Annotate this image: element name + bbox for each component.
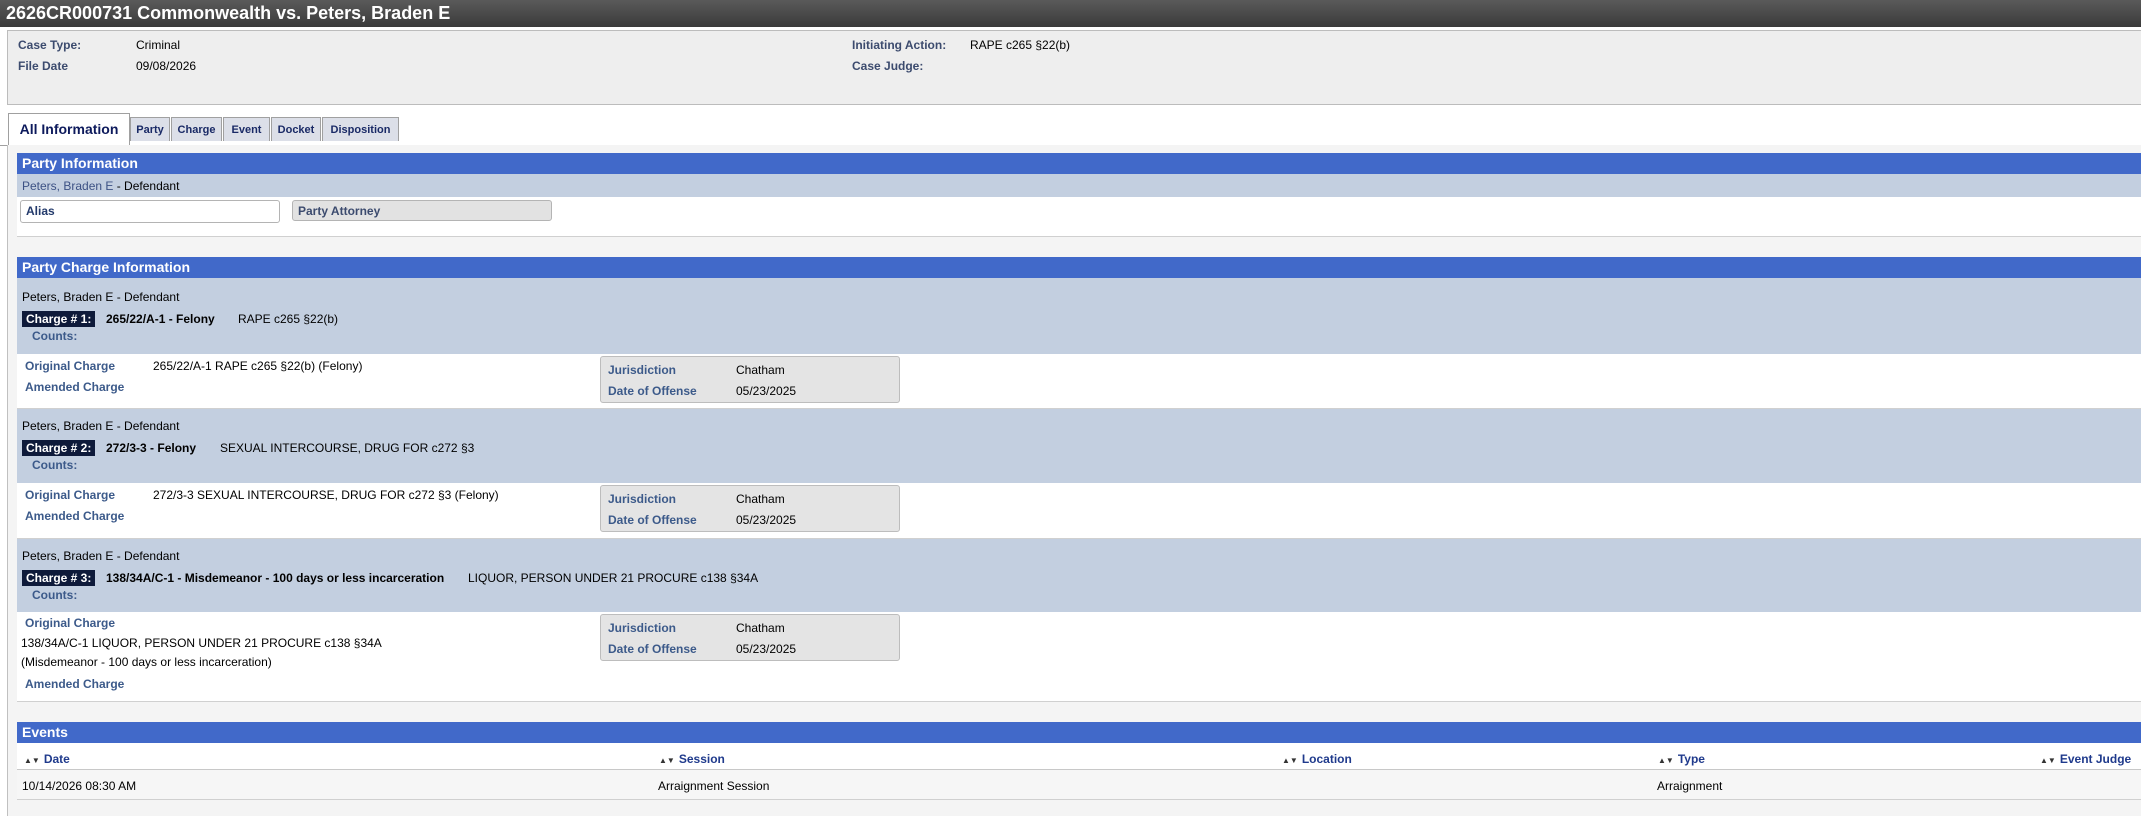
charge-1-badge: Charge # 1: bbox=[22, 311, 96, 327]
charge-3-badge: Charge # 3: bbox=[22, 570, 96, 586]
charge-1-counts-label: Counts: bbox=[32, 329, 78, 343]
charge-3-desc: LIQUOR, PERSON UNDER 21 PROCURE c138 §34… bbox=[468, 571, 759, 585]
jurisdiction-value: Chatham bbox=[736, 363, 785, 377]
tab-event[interactable]: Event bbox=[223, 117, 270, 141]
party-attorney-box[interactable]: Party Attorney bbox=[292, 200, 552, 221]
offense-date-label: Date of Offense bbox=[608, 642, 697, 656]
offense-date-value: 05/23/2025 bbox=[736, 513, 797, 527]
charge-2-original: 272/3-3 SEXUAL INTERCOURSE, DRUG FOR c27… bbox=[153, 488, 499, 502]
column-type[interactable]: ▲▼ Type bbox=[1658, 752, 1705, 766]
charge-3-amended-label: Amended Charge bbox=[25, 677, 125, 691]
charge-3-body: Original Charge 138/34A/C-1 LIQUOR, PERS… bbox=[17, 612, 2141, 702]
case-type-label: Case Type: bbox=[18, 38, 82, 52]
charge-info-header: Party Charge Information bbox=[17, 257, 2141, 278]
party-role: - Defendant bbox=[113, 179, 180, 193]
offense-date-value: 05/23/2025 bbox=[736, 384, 797, 398]
charge-1-original-label: Original Charge bbox=[25, 359, 116, 373]
charge-2-desc: SEXUAL INTERCOURSE, DRUG FOR c272 §3 bbox=[220, 441, 475, 455]
charge-3-band: Peters, Braden E - Defendant Charge # 3:… bbox=[17, 539, 2141, 612]
tab-strip: All Information Party Charge Event Docke… bbox=[0, 113, 2141, 146]
jurisdiction-label: Jurisdiction bbox=[608, 492, 677, 506]
jurisdiction-label: Jurisdiction bbox=[608, 363, 677, 377]
sort-arrows-icon: ▲▼ bbox=[24, 756, 40, 765]
alias-box[interactable]: Alias bbox=[20, 200, 280, 223]
charge-1-desc: RAPE c265 §22(b) bbox=[238, 312, 339, 326]
party-info-header: Party Information bbox=[17, 153, 2141, 174]
charge-3-original-line2: (Misdemeanor - 100 days or less incarcer… bbox=[21, 655, 272, 669]
initiating-action-label: Initiating Action: bbox=[852, 38, 947, 52]
charge-2-code[interactable]: 272/3-3 - Felony bbox=[106, 441, 196, 455]
sort-arrows-icon: ▲▼ bbox=[1282, 756, 1298, 765]
charge-1-band: Peters, Braden E - Defendant Charge # 1:… bbox=[17, 278, 2141, 354]
charge-2-body: Original Charge 272/3-3 SEXUAL INTERCOUR… bbox=[17, 483, 2141, 539]
charge-2-original-label: Original Charge bbox=[25, 488, 116, 502]
events-header: Events bbox=[17, 722, 2141, 743]
jurisdiction-label: Jurisdiction bbox=[608, 621, 677, 635]
event-session: Arraignment Session bbox=[658, 779, 770, 793]
initiating-action-value: RAPE c265 §22(b) bbox=[970, 38, 1071, 52]
charge-3-code[interactable]: 138/34A/C-1 - Misdemeanor - 100 days or … bbox=[106, 571, 444, 585]
sort-arrows-icon: ▲▼ bbox=[1658, 756, 1674, 765]
offense-date-label: Date of Offense bbox=[608, 384, 697, 398]
charge-2-badge: Charge # 2: bbox=[22, 440, 96, 456]
tab-all-information[interactable]: All Information bbox=[8, 113, 130, 146]
file-date-value: 09/08/2026 bbox=[136, 59, 197, 73]
column-session[interactable]: ▲▼ Session bbox=[659, 752, 725, 766]
charge-1-code[interactable]: 265/22/A-1 - Felony bbox=[106, 312, 215, 326]
charge-1-original: 265/22/A-1 RAPE c265 §22(b) (Felony) bbox=[153, 359, 363, 373]
case-title: 2626CR000731 Commonwealth vs. Peters, Br… bbox=[0, 0, 2141, 27]
jurisdiction-value: Chatham bbox=[736, 621, 785, 635]
offense-date-label: Date of Offense bbox=[608, 513, 697, 527]
charge-2-jurisdiction-box: Jurisdiction Chatham Date of Offense 05/… bbox=[600, 485, 900, 532]
charge-2-amended-label: Amended Charge bbox=[25, 509, 125, 523]
party-info-body: Alias Party Attorney bbox=[17, 197, 2141, 237]
charge-1-jurisdiction-box: Jurisdiction Chatham Date of Offense 05/… bbox=[600, 356, 900, 403]
charge-2-band: Peters, Braden E - Defendant Charge # 2:… bbox=[17, 409, 2141, 483]
sort-arrows-icon: ▲▼ bbox=[659, 756, 675, 765]
offense-date-value: 05/23/2025 bbox=[736, 642, 797, 656]
file-date-label: File Date bbox=[18, 59, 69, 73]
charge-3-original-label: Original Charge bbox=[25, 616, 116, 630]
jurisdiction-value: Chatham bbox=[736, 492, 785, 506]
tab-disposition[interactable]: Disposition bbox=[322, 117, 399, 141]
charge-1-party: Peters, Braden E - Defendant bbox=[22, 290, 180, 304]
column-date[interactable]: ▲▼ Date bbox=[24, 752, 70, 766]
charge-3-jurisdiction-box: Jurisdiction Chatham Date of Offense 05/… bbox=[600, 614, 900, 661]
charge-1-amended-label: Amended Charge bbox=[25, 380, 125, 394]
tab-charge[interactable]: Charge bbox=[171, 117, 222, 141]
event-date: 10/14/2026 08:30 AM bbox=[22, 779, 137, 793]
charge-3-original-line1: 138/34A/C-1 LIQUOR, PERSON UNDER 21 PROC… bbox=[21, 636, 382, 650]
events-table-header bbox=[17, 743, 2141, 770]
charge-2-counts-label: Counts: bbox=[32, 458, 78, 472]
tab-party[interactable]: Party bbox=[130, 117, 170, 141]
party-name-link[interactable]: Peters, Braden E bbox=[22, 179, 113, 193]
sort-arrows-icon: ▲▼ bbox=[2040, 756, 2056, 765]
charge-3-party: Peters, Braden E - Defendant bbox=[22, 549, 180, 563]
charge-3-counts-label: Counts: bbox=[32, 588, 78, 602]
party-info-band: Peters, Braden E - Defendant bbox=[17, 174, 2141, 197]
event-type: Arraignment bbox=[1657, 779, 1723, 793]
charge-2-party: Peters, Braden E - Defendant bbox=[22, 419, 180, 433]
case-judge-label: Case Judge: bbox=[852, 59, 924, 73]
charge-1-body: Original Charge 265/22/A-1 RAPE c265 §22… bbox=[17, 354, 2141, 409]
tab-docket[interactable]: Docket bbox=[271, 117, 321, 141]
column-event-judge[interactable]: ▲▼ Event Judge bbox=[2040, 752, 2131, 766]
case-type-value: Criminal bbox=[136, 38, 181, 52]
table-row[interactable]: 10/14/2026 08:30 AM Arraignment Session … bbox=[17, 770, 2141, 800]
case-header: Case Type: Criminal File Date 09/08/2026… bbox=[7, 30, 2141, 105]
column-location[interactable]: ▲▼ Location bbox=[1282, 752, 1352, 766]
